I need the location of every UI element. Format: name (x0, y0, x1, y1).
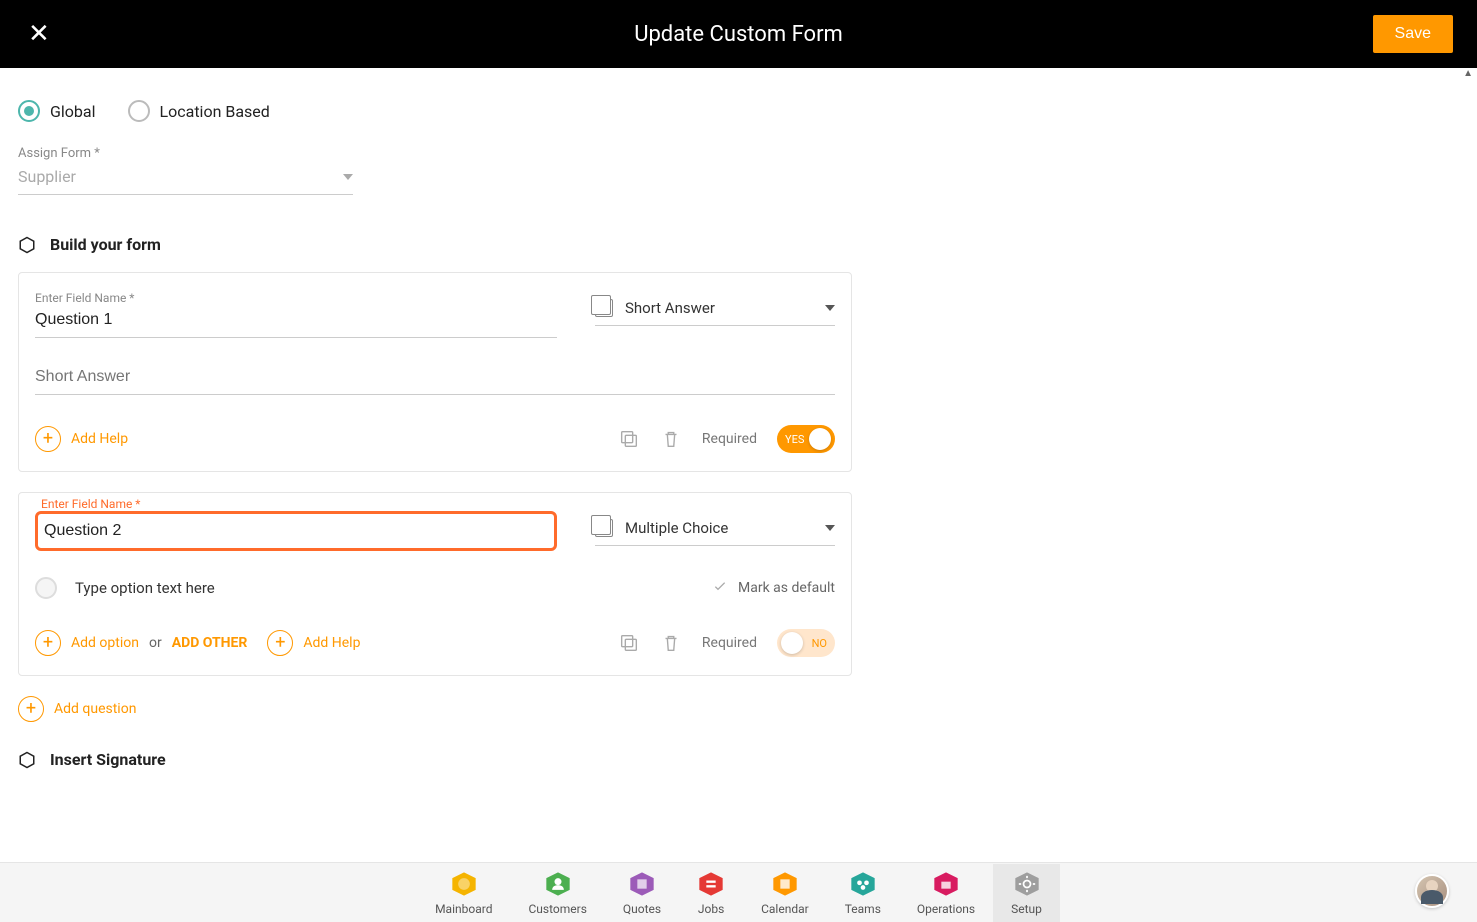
build-form-title: Build your form (50, 235, 161, 254)
page-title: Update Custom Form (634, 22, 843, 47)
avatar[interactable] (1415, 874, 1449, 908)
field-type-select-1[interactable]: Short Answer (595, 291, 835, 326)
field-type-label: Short Answer (625, 299, 813, 317)
chevron-down-icon (343, 174, 353, 180)
scope-global-radio[interactable]: Global (18, 100, 96, 122)
nav-mainboard[interactable]: Mainboard (417, 864, 510, 922)
close-icon[interactable]: ✕ (24, 15, 54, 53)
chevron-down-icon (825, 525, 835, 531)
nav-calendar[interactable]: Calendar (743, 864, 827, 922)
plus-icon[interactable]: + (267, 630, 293, 656)
hexagon-icon (18, 236, 36, 254)
calendar-icon (771, 870, 799, 898)
nav-customers[interactable]: Customers (510, 864, 604, 922)
scope-radio-group: Global Location Based (18, 100, 852, 122)
mainboard-icon (450, 870, 478, 898)
nav-operations[interactable]: Operations (899, 864, 993, 922)
teams-icon (849, 870, 877, 898)
setup-icon (1013, 870, 1041, 898)
topbar: ✕ Update Custom Form Save (0, 0, 1477, 68)
operations-icon (932, 870, 960, 898)
bottom-nav: Mainboard Customers Quotes Jobs Calendar… (0, 862, 1477, 922)
nav-label: Jobs (698, 902, 724, 916)
required-label: Required (702, 635, 757, 651)
field-name-highlight (35, 511, 557, 551)
required-toggle-2[interactable]: NO (777, 629, 835, 657)
multiple-choice-icon (595, 519, 613, 537)
short-answer-preview[interactable] (35, 364, 835, 395)
content-scroll[interactable]: Global Location Based Assign Form * Supp… (0, 68, 1477, 862)
save-button[interactable]: Save (1373, 15, 1453, 53)
nav-label: Operations (917, 902, 975, 916)
scope-location-label: Location Based (160, 102, 270, 121)
trash-icon[interactable] (660, 428, 682, 450)
field-card-2: Enter Field Name * Multiple Choice Type … (18, 492, 852, 676)
field-name-input-1[interactable] (35, 307, 557, 338)
plus-icon[interactable]: + (35, 426, 61, 452)
radio-unselected-icon[interactable] (35, 577, 57, 599)
field-type-select-2[interactable]: Multiple Choice (595, 511, 835, 546)
trash-icon[interactable] (660, 632, 682, 654)
assign-form-group: Assign Form * Supplier (18, 146, 852, 195)
field-type-label: Multiple Choice (625, 519, 813, 537)
copy-icon[interactable] (618, 428, 640, 450)
quotes-icon (628, 870, 656, 898)
assign-form-value: Supplier (18, 167, 76, 186)
mark-default-action[interactable]: Mark as default (712, 578, 835, 598)
nav-label: Quotes (623, 902, 661, 916)
nav-jobs[interactable]: Jobs (679, 864, 743, 922)
content: Global Location Based Assign Form * Supp… (0, 68, 870, 827)
plus-icon[interactable]: + (18, 696, 44, 722)
signature-heading: Insert Signature (18, 750, 852, 769)
plus-icon[interactable]: + (35, 630, 61, 656)
toggle-text: NO (812, 637, 827, 650)
toggle-knob (809, 428, 831, 450)
add-question-link[interactable]: Add question (54, 701, 136, 717)
nav-label: Customers (528, 902, 586, 916)
required-label: Required (702, 431, 757, 447)
chevron-down-icon (825, 305, 835, 311)
add-option-link[interactable]: Add option (71, 635, 139, 651)
assign-form-select[interactable]: Supplier (18, 163, 353, 195)
customers-icon (544, 870, 572, 898)
add-help-link[interactable]: Add Help (71, 431, 128, 447)
mark-default-label: Mark as default (738, 580, 835, 596)
toggle-text: YES (785, 433, 804, 446)
toggle-knob (781, 632, 803, 654)
hexagon-icon (18, 751, 36, 769)
nav-teams[interactable]: Teams (827, 864, 899, 922)
field-name-label: Enter Field Name * (35, 291, 557, 305)
radio-selected-icon (18, 100, 40, 122)
assign-form-label: Assign Form * (18, 146, 852, 161)
field-name-input-2[interactable] (42, 516, 550, 546)
nav-quotes[interactable]: Quotes (605, 864, 679, 922)
or-text: or (149, 635, 162, 651)
add-other-link[interactable]: ADD OTHER (172, 635, 248, 651)
check-icon (712, 578, 728, 598)
signature-title: Insert Signature (50, 750, 166, 769)
nav-label: Teams (845, 902, 881, 916)
jobs-icon (697, 870, 725, 898)
scope-location-radio[interactable]: Location Based (128, 100, 270, 122)
nav-label: Calendar (761, 902, 809, 916)
build-form-heading: Build your form (18, 235, 852, 254)
short-answer-icon (595, 299, 613, 317)
nav-label: Mainboard (435, 902, 492, 916)
field-name-label: Enter Field Name * (41, 497, 140, 511)
radio-unselected-icon (128, 100, 150, 122)
add-help-link[interactable]: Add Help (303, 635, 360, 651)
copy-icon[interactable] (618, 632, 640, 654)
scope-global-label: Global (50, 102, 96, 121)
nav-setup[interactable]: Setup (993, 864, 1060, 922)
option-text-input[interactable]: Type option text here (75, 579, 215, 597)
nav-label: Setup (1011, 902, 1042, 916)
required-toggle-1[interactable]: YES (777, 425, 835, 453)
field-card-1: Enter Field Name * Short Answer + Add He… (18, 272, 852, 472)
